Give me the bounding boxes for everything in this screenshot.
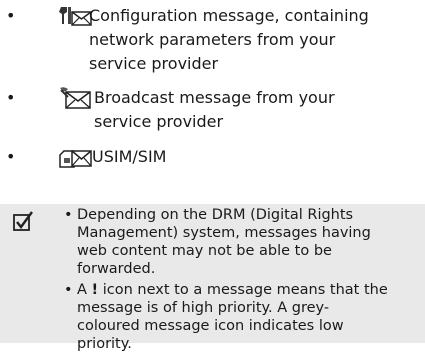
note-line: coloured message icon indicates low	[77, 318, 344, 334]
usim-sim-message-icon	[59, 150, 92, 168]
note-line: forwarded.	[77, 261, 156, 277]
item-line: network parameters from your	[89, 30, 336, 49]
note-text-fragment: icon next to a message means that the	[98, 282, 388, 298]
bullet: •	[6, 147, 16, 166]
note-bullet: •	[64, 282, 73, 298]
bullet: •	[6, 6, 16, 25]
note-line: priority.	[77, 336, 132, 352]
note-line: message is of high priority. A grey-	[77, 300, 330, 316]
checkbox-note-icon	[13, 211, 33, 231]
note-line: Management) system, messages having	[77, 225, 371, 241]
configuration-message-icon	[59, 7, 92, 26]
item-line: USIM/SIM	[92, 147, 167, 166]
note-text-fragment: A	[77, 282, 92, 298]
note-line: A ! icon next to a message means that th…	[77, 281, 388, 299]
item-line: Configuration message, containing	[89, 6, 369, 25]
note-bullet: •	[64, 207, 73, 223]
note-line: web content may not be able to be	[77, 243, 332, 259]
broadcast-message-icon	[60, 87, 91, 109]
item-line: Broadcast message from your	[94, 88, 335, 107]
item-line: service provider	[89, 54, 219, 73]
item-line: service provider	[94, 112, 224, 131]
bullet: •	[6, 88, 16, 107]
note-box: • Depending on the DRM (Digital Rights M…	[0, 204, 425, 352]
note-line: Depending on the DRM (Digital Rights	[77, 207, 354, 223]
